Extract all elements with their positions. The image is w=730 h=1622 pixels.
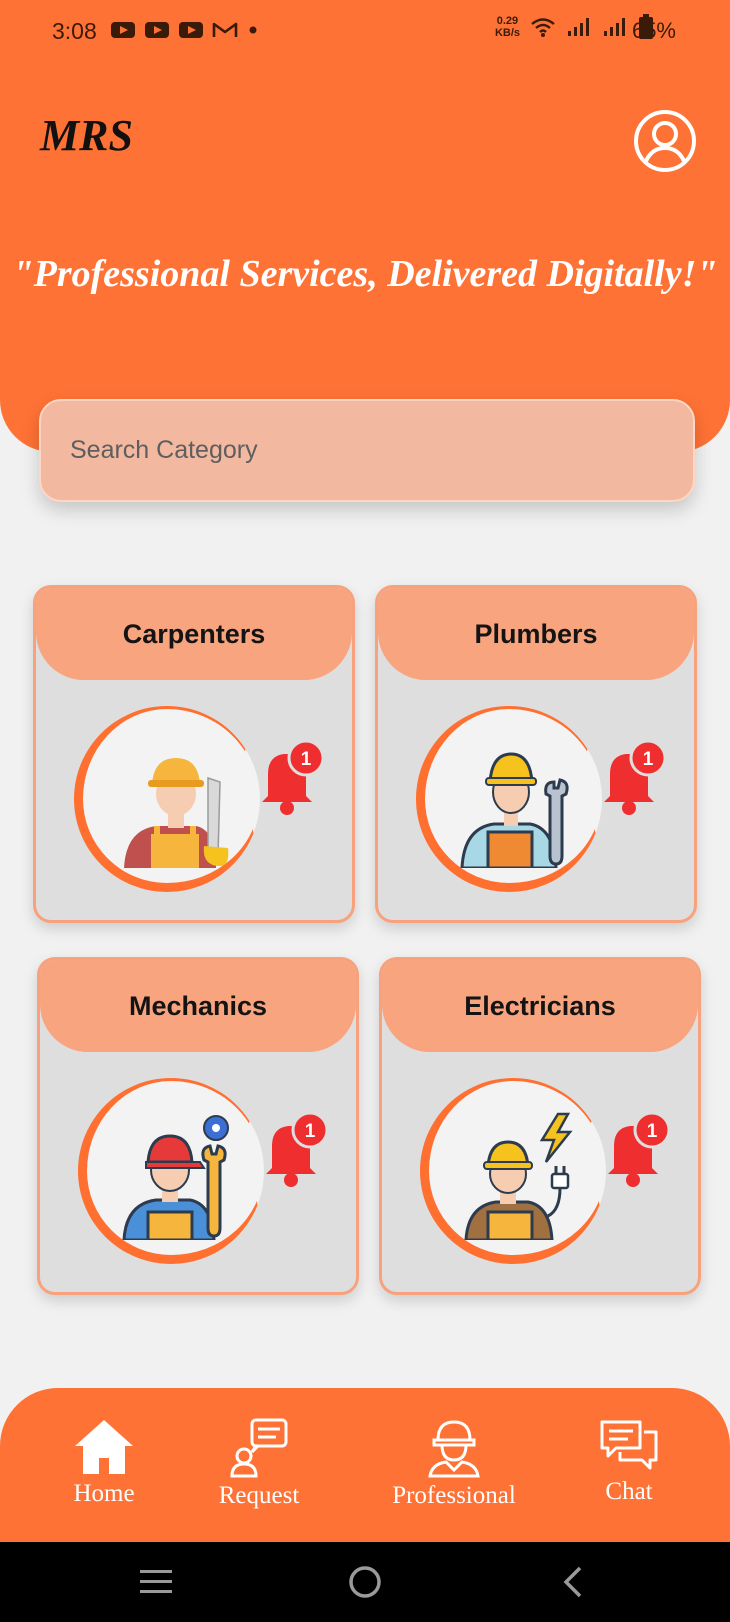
notification-badge: 1 — [305, 1121, 316, 1142]
category-title: Plumbers — [378, 588, 694, 680]
category-card-electricians[interactable]: Electricians 1 — [379, 957, 701, 1295]
net-speed: 0.29 KB/s — [494, 15, 520, 39]
status-time: 3:08 — [52, 18, 97, 44]
electrician-icon — [464, 1112, 573, 1240]
home-icon — [75, 1420, 133, 1474]
category-title: Mechanics — [40, 960, 356, 1052]
category-title: Electricians — [382, 960, 698, 1052]
nav-item-chat[interactable]: Chat — [596, 1418, 662, 1506]
wifi-icon — [531, 18, 555, 37]
notification-bell-icon[interactable]: 1 — [248, 738, 328, 818]
professional-icon — [428, 1420, 480, 1478]
user-profile-icon — [634, 110, 696, 172]
status-bar: 3:08 0.29 KB/s 65% — [0, 0, 730, 62]
category-card-mechanics[interactable]: Mechanics 1 — [37, 957, 359, 1295]
signal-icon — [604, 18, 625, 36]
nav-label: Request — [218, 1482, 300, 1509]
header: 3:08 0.29 KB/s 65% MRS "Professional Ser… — [0, 0, 730, 452]
notification-bell-icon[interactable]: 1 — [594, 1110, 674, 1190]
app-title: MRS — [40, 111, 133, 160]
nav-item-home[interactable]: Home — [66, 1418, 142, 1508]
notification-badge: 1 — [643, 749, 654, 770]
youtube-icon — [145, 22, 169, 38]
gmail-icon — [212, 22, 238, 37]
category-card-carpenters[interactable]: Carpenters 1 — [33, 585, 355, 923]
home-circle-icon[interactable] — [347, 1564, 383, 1600]
nav-label: Professional — [392, 1482, 516, 1509]
nav-label: Home — [73, 1480, 135, 1507]
chat-icon — [600, 1420, 658, 1470]
nav-item-professional[interactable]: Professional — [374, 1418, 534, 1510]
system-navigation-bar — [0, 1542, 730, 1622]
youtube-icon — [111, 22, 135, 38]
profile-button[interactable] — [632, 108, 698, 174]
request-icon — [230, 1418, 288, 1478]
back-icon[interactable] — [560, 1565, 586, 1599]
category-title: Carpenters — [36, 588, 352, 680]
menu-icon[interactable] — [138, 1567, 174, 1597]
plumber-icon — [460, 752, 569, 868]
search-bar[interactable] — [39, 399, 695, 502]
nav-item-request[interactable]: Request — [208, 1418, 310, 1510]
signal-icon — [568, 18, 589, 36]
notification-icons — [110, 20, 260, 40]
carpenter-icon — [124, 758, 229, 868]
tagline: "Professional Services, Delivered Digita… — [12, 253, 718, 295]
bottom-navigation: Home Request Professional Chat — [0, 1388, 730, 1542]
nav-label: Chat — [605, 1478, 653, 1505]
system-status-icons: 0.29 KB/s — [495, 14, 654, 40]
notification-badge: 1 — [647, 1121, 658, 1142]
dot-icon — [249, 26, 257, 34]
search-input[interactable] — [41, 401, 693, 500]
battery-percent: 65% — [631, 18, 676, 43]
mechanic-icon — [122, 1115, 229, 1240]
category-card-plumbers[interactable]: Plumbers 1 — [375, 585, 697, 923]
youtube-icon — [179, 22, 203, 38]
notification-badge: 1 — [301, 749, 312, 770]
notification-bell-icon[interactable]: 1 — [252, 1110, 332, 1190]
notification-bell-icon[interactable]: 1 — [590, 738, 670, 818]
